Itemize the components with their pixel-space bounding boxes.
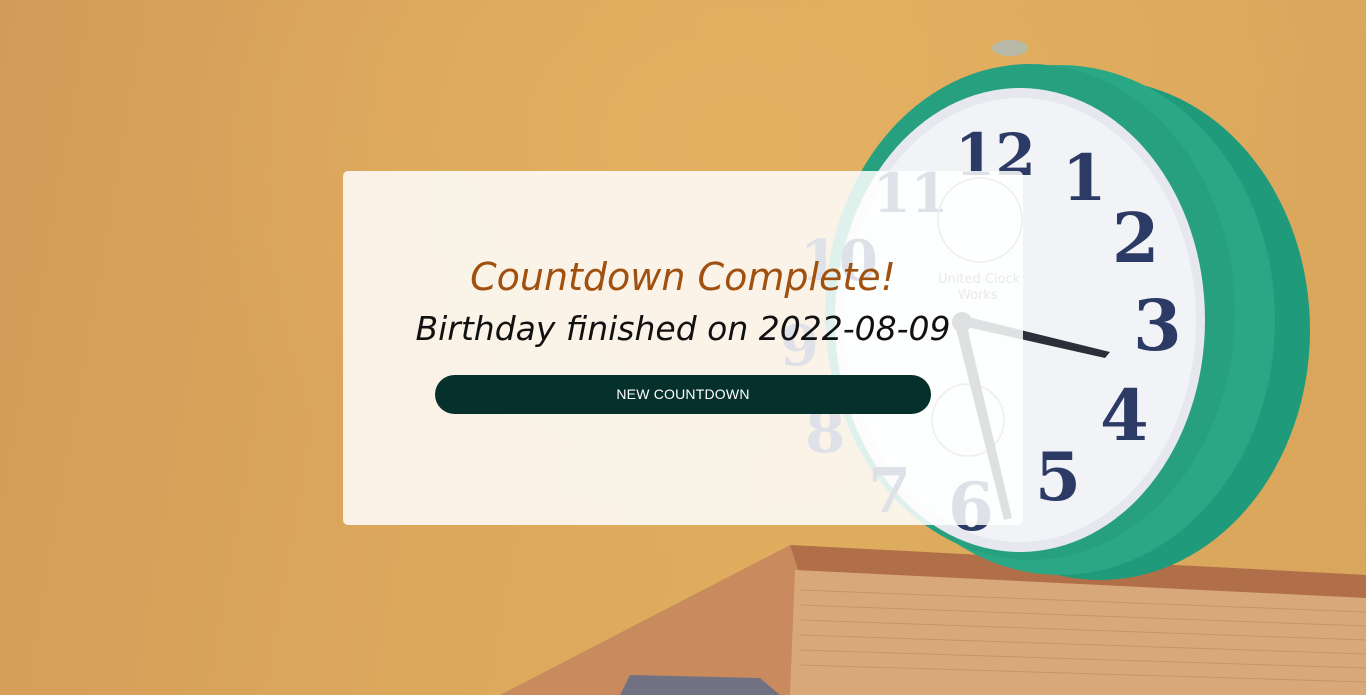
- svg-text:1: 1: [1062, 141, 1107, 216]
- countdown-finished-message: Birthday finished on 2022-08-09: [415, 309, 951, 348]
- countdown-complete-title: Countdown Complete!: [470, 255, 896, 299]
- book-shape: [500, 545, 1366, 695]
- new-countdown-button[interactable]: NEW COUNTDOWN: [435, 375, 931, 414]
- svg-text:4: 4: [1100, 374, 1149, 457]
- svg-text:5: 5: [1035, 438, 1081, 516]
